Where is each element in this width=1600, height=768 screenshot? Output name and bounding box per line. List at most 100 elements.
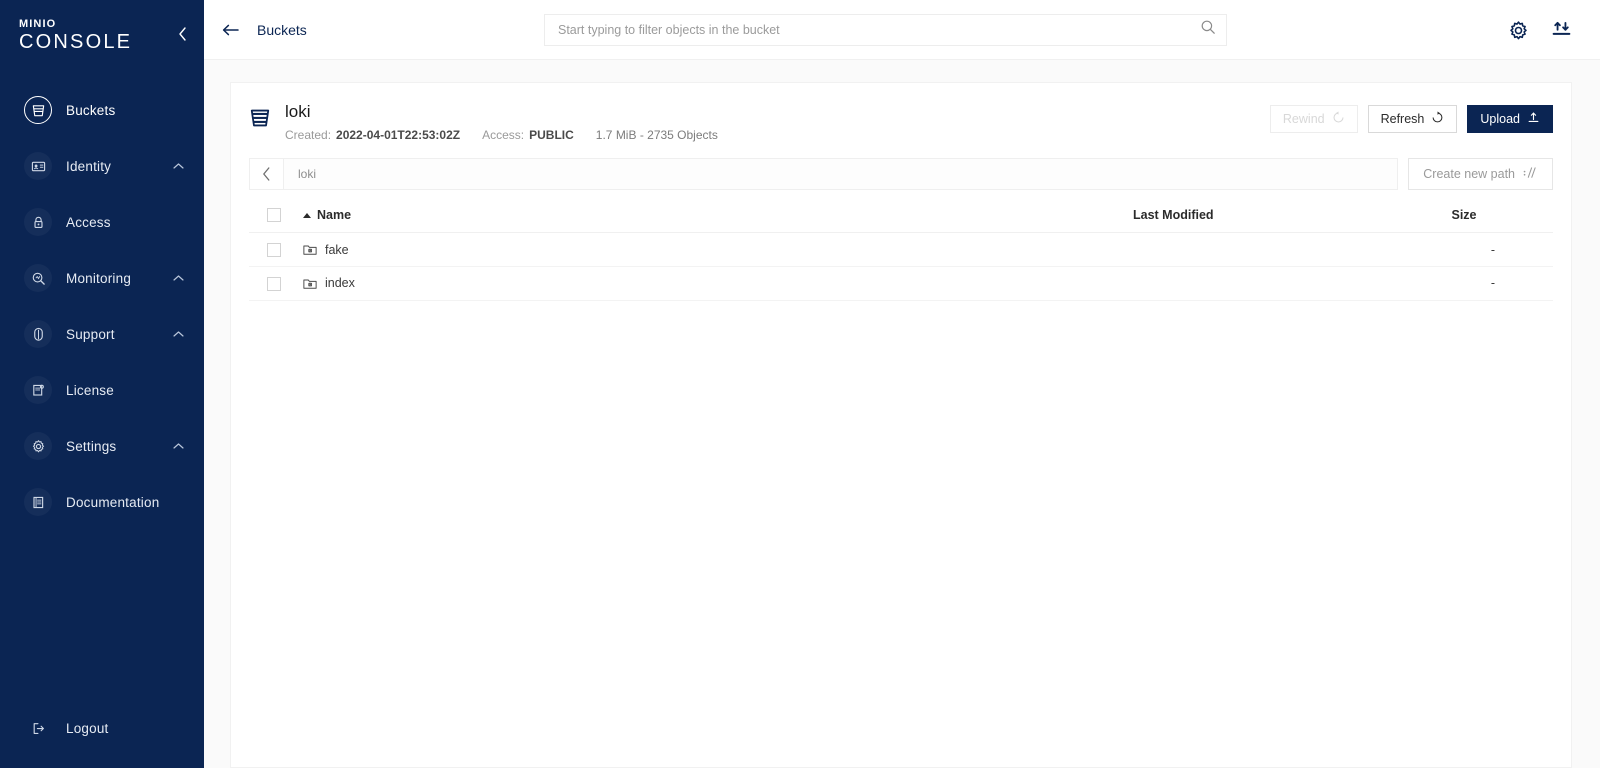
search-icon[interactable]	[1200, 19, 1216, 40]
book-icon	[24, 488, 52, 516]
size-header[interactable]: Size	[1433, 202, 1553, 233]
folder-icon	[303, 277, 317, 290]
bucket-info: loki Created: 2022-04-01T22:53:02Z Acces…	[285, 103, 718, 142]
upload-button-label: Upload	[1480, 112, 1520, 126]
upload-icon	[1527, 111, 1540, 127]
size-objects-value: 1.7 MiB - 2735 Objects	[596, 128, 718, 142]
last-modified-header[interactable]: Last Modified	[1133, 202, 1433, 233]
identity-icon	[24, 152, 52, 180]
search-input[interactable]	[558, 23, 1200, 37]
sidebar-item-label: License	[66, 383, 114, 398]
access-value: PUBLIC	[529, 128, 574, 142]
created-value: 2022-04-01T22:53:02Z	[336, 128, 460, 142]
row-checkbox[interactable]	[267, 243, 281, 257]
row-size-cell: -	[1433, 233, 1553, 267]
row-last-modified-cell	[1133, 267, 1433, 301]
sidebar-item-label: Settings	[66, 439, 116, 454]
rewind-button[interactable]: Rewind	[1270, 105, 1358, 133]
row-select-cell	[249, 233, 303, 267]
content-area: loki Created: 2022-04-01T22:53:02Z Acces…	[204, 60, 1600, 768]
sidebar-item-label: Buckets	[66, 103, 115, 118]
rewind-icon	[1332, 111, 1345, 127]
refresh-button[interactable]: Refresh	[1368, 105, 1458, 133]
objects-table-head: Name Last Modified Size	[249, 202, 1553, 233]
arrow-left-icon	[222, 23, 239, 37]
topbar-actions	[1508, 0, 1572, 60]
bucket-meta: Created: 2022-04-01T22:53:02Z Access: PU…	[285, 128, 718, 142]
sidebar-item-settings[interactable]: Settings	[0, 418, 204, 474]
bucket-browser-card: loki Created: 2022-04-01T22:53:02Z Acces…	[230, 82, 1572, 768]
new-path-icon	[1523, 166, 1538, 182]
name-header[interactable]: Name	[303, 202, 1133, 233]
row-name-label: fake	[325, 243, 349, 257]
created-label: Created:	[285, 128, 331, 142]
row-last-modified-cell	[1133, 233, 1433, 267]
logo-console-text: CONSOLE	[19, 32, 132, 52]
sidebar-item-label: Identity	[66, 159, 111, 174]
sidebar-item-logout[interactable]: Logout	[0, 700, 204, 756]
create-new-path-button[interactable]: Create new path	[1408, 158, 1553, 190]
sidebar-item-label: Documentation	[66, 495, 159, 510]
lock-icon	[24, 208, 52, 236]
chevron-up-icon[interactable]	[173, 331, 184, 338]
refresh-button-label: Refresh	[1381, 112, 1425, 126]
folder-icon	[303, 243, 317, 256]
app-root: MINIO CONSOLE Buckets	[0, 0, 1600, 768]
bucket-icon	[249, 107, 271, 129]
magnifier-icon	[24, 264, 52, 292]
back-to-buckets[interactable]: Buckets	[222, 22, 307, 38]
row-name-label: index	[325, 276, 355, 290]
gear-icon	[24, 432, 52, 460]
row-size-cell: -	[1433, 267, 1553, 301]
upload-download-icon[interactable]	[1551, 20, 1572, 41]
upload-button[interactable]: Upload	[1467, 105, 1553, 133]
breadcrumb: Buckets	[257, 22, 307, 38]
sidebar-logout-label: Logout	[66, 721, 109, 736]
chevron-up-icon[interactable]	[173, 275, 184, 282]
sidebar-item-monitoring[interactable]: Monitoring	[0, 250, 204, 306]
rewind-button-label: Rewind	[1283, 112, 1325, 126]
object-filter	[544, 14, 1227, 46]
create-new-path-label: Create new path	[1423, 167, 1515, 181]
logout-icon	[24, 714, 52, 742]
table-header-row: Name Last Modified Size	[249, 202, 1553, 233]
sidebar-item-label: Access	[66, 215, 111, 230]
sidebar-item-identity[interactable]: Identity	[0, 138, 204, 194]
select-all-checkbox[interactable]	[267, 208, 281, 222]
main-region: Buckets	[204, 0, 1600, 768]
row-checkbox[interactable]	[267, 277, 281, 291]
objects-table: Name Last Modified Size	[249, 202, 1553, 301]
sidebar-item-support[interactable]: Support	[0, 306, 204, 362]
page-title: loki	[285, 103, 718, 122]
chevron-up-icon[interactable]	[173, 443, 184, 450]
sidebar-logo: MINIO CONSOLE	[0, 0, 204, 70]
sidebar: MINIO CONSOLE Buckets	[0, 0, 204, 768]
table-row[interactable]: fake -	[249, 233, 1553, 267]
logo-minio-text: MINIO	[19, 19, 132, 30]
search-box[interactable]	[544, 14, 1227, 46]
sort-ascending-icon	[303, 213, 311, 218]
row-name-cell: fake	[303, 233, 1133, 267]
lifebuoy-icon	[24, 320, 52, 348]
table-row[interactable]: index -	[249, 267, 1553, 301]
chevron-left-icon[interactable]	[174, 26, 190, 42]
select-all-header	[249, 202, 303, 233]
name-header-label: Name	[317, 208, 351, 222]
sidebar-item-buckets[interactable]: Buckets	[0, 82, 204, 138]
objects-table-body: fake -	[249, 233, 1553, 300]
access-label: Access:	[482, 128, 524, 142]
size-header-label: Size	[1451, 208, 1476, 222]
bucket-icon	[24, 96, 52, 124]
path-bar: loki Create new path	[249, 158, 1553, 190]
sidebar-menu: Buckets Identity	[0, 70, 204, 700]
path-value[interactable]: loki	[283, 158, 1398, 190]
sidebar-item-documentation[interactable]: Documentation	[0, 474, 204, 530]
gear-icon[interactable]	[1508, 20, 1529, 41]
chevron-up-icon[interactable]	[173, 163, 184, 170]
refresh-icon	[1431, 111, 1444, 127]
path-back-button[interactable]	[249, 158, 283, 190]
sidebar-item-access[interactable]: Access	[0, 194, 204, 250]
bucket-header: loki Created: 2022-04-01T22:53:02Z Acces…	[249, 83, 1553, 158]
sidebar-item-license[interactable]: License	[0, 362, 204, 418]
row-select-cell	[249, 267, 303, 301]
